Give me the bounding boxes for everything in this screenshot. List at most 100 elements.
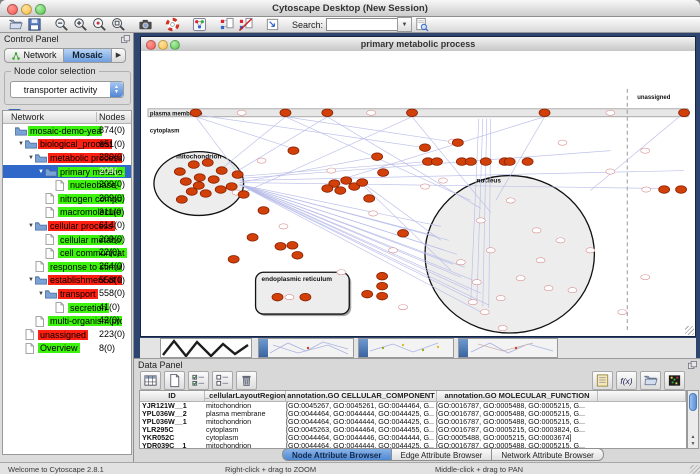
network-node-small[interactable] xyxy=(536,258,545,263)
network-node[interactable] xyxy=(452,139,463,147)
network-window-titlebar[interactable]: primary metabolic process xyxy=(141,37,695,52)
snapshot-button[interactable] xyxy=(136,17,155,32)
network-node[interactable] xyxy=(174,168,185,176)
expand-arrow-icon[interactable]: ▼ xyxy=(17,141,25,147)
network-node[interactable] xyxy=(659,186,670,194)
zoom-fit-button[interactable] xyxy=(109,17,128,32)
tree-row[interactable]: cellular metabo209(0) xyxy=(3,233,131,247)
network-node[interactable] xyxy=(357,179,368,187)
network-node[interactable] xyxy=(226,183,237,191)
network-node-small[interactable] xyxy=(456,260,465,265)
scroll-down-icon[interactable]: ▼ xyxy=(688,441,698,447)
network-node[interactable] xyxy=(377,282,388,290)
network-node-small[interactable] xyxy=(279,224,288,229)
zoom-out-button[interactable] xyxy=(52,17,71,32)
network-node[interactable] xyxy=(275,243,286,251)
search-input[interactable] xyxy=(326,18,398,31)
network-node[interactable] xyxy=(407,109,418,117)
network-node-small[interactable] xyxy=(642,187,651,192)
network-node[interactable] xyxy=(504,158,515,166)
network-node[interactable] xyxy=(322,109,333,117)
save-button[interactable] xyxy=(25,17,44,32)
zoom-selected-button[interactable] xyxy=(90,17,109,32)
tree-row[interactable]: Overview8(0) xyxy=(3,342,131,356)
tree-row[interactable]: ▼metabolic process280(0) xyxy=(3,151,131,165)
network-node[interactable] xyxy=(372,153,383,161)
float-panel-icon[interactable] xyxy=(688,361,697,370)
network-node[interactable] xyxy=(232,171,243,179)
network-node-small[interactable] xyxy=(337,270,346,275)
network-edge[interactable] xyxy=(334,117,544,182)
network-node-small[interactable] xyxy=(476,218,485,223)
import-attributes-button[interactable] xyxy=(640,371,661,390)
minimized-window-thumbnail[interactable] xyxy=(358,338,454,358)
network-node[interactable] xyxy=(378,169,389,177)
zoom-in-button[interactable] xyxy=(71,17,90,32)
column-header[interactable]: annotation.GO MOLECULAR_FUNCTION xyxy=(437,391,598,401)
network-edge[interactable] xyxy=(240,171,684,181)
network-node-small[interactable] xyxy=(472,280,481,285)
network-node[interactable] xyxy=(341,177,352,185)
new-attribute-button[interactable] xyxy=(164,371,185,390)
open-file-button[interactable] xyxy=(6,17,25,32)
attribute-table-button[interactable] xyxy=(140,371,161,390)
network-node-small[interactable] xyxy=(257,158,266,163)
tree-row[interactable]: secretion41(0) xyxy=(3,301,131,315)
scroll-up-icon[interactable]: ▲ xyxy=(688,434,698,440)
network-node-small[interactable] xyxy=(506,198,515,203)
expand-arrow-icon[interactable]: ▼ xyxy=(37,291,45,297)
network-edge[interactable] xyxy=(285,117,457,143)
network-node[interactable] xyxy=(176,196,187,204)
network-node-small[interactable] xyxy=(438,178,447,183)
network-node-small[interactable] xyxy=(586,248,595,253)
network-node-small[interactable] xyxy=(568,288,577,293)
network-node[interactable] xyxy=(480,158,491,166)
network-node-small[interactable] xyxy=(618,309,627,314)
tree-row[interactable]: unassigned223(0) xyxy=(3,328,131,342)
column-header[interactable]: ID xyxy=(140,391,205,401)
network-node-small[interactable] xyxy=(237,110,246,115)
window-resize-grip[interactable] xyxy=(685,326,694,335)
network-edge[interactable] xyxy=(590,113,684,191)
search-config-button[interactable] xyxy=(412,17,431,32)
network-node-small[interactable] xyxy=(285,295,294,300)
tree-row[interactable]: ▼establishment of lo558(0) xyxy=(3,274,131,288)
network-node-small[interactable] xyxy=(420,184,429,189)
expand-arrow-icon[interactable]: ▼ xyxy=(27,277,35,283)
tab-node-attribute-browser[interactable]: Node Attribute Browser xyxy=(282,448,392,461)
network-node[interactable] xyxy=(208,176,219,184)
tree-row[interactable]: ▼cellular process614(0) xyxy=(3,219,131,233)
table-scrollbar[interactable]: ▲ ▼ xyxy=(687,390,699,449)
network-canvas[interactable]: plasma membranecytoplasmmitochondrionnuc… xyxy=(141,51,695,336)
network-edge[interactable] xyxy=(240,183,665,189)
network-node-small[interactable] xyxy=(369,211,378,216)
float-panel-icon[interactable] xyxy=(121,35,130,44)
network-edge[interactable] xyxy=(232,117,328,175)
network-node[interactable] xyxy=(362,290,373,298)
network-node[interactable] xyxy=(202,159,213,167)
network-node[interactable] xyxy=(272,293,283,301)
vizmapper-button[interactable] xyxy=(190,17,209,32)
network-node[interactable] xyxy=(522,158,533,166)
network-node-small[interactable] xyxy=(558,140,567,145)
network-node-small[interactable] xyxy=(496,296,505,301)
tab-network-attribute-browser[interactable]: Network Attribute Browser xyxy=(492,448,603,461)
create-view-button[interactable] xyxy=(217,17,236,32)
scrollbar-thumb[interactable] xyxy=(689,393,697,411)
network-graph[interactable]: plasma membranecytoplasmmitochondrionnuc… xyxy=(141,51,695,336)
network-node[interactable] xyxy=(228,255,239,263)
minimized-window-thumbnail[interactable] xyxy=(458,338,558,358)
network-node-small[interactable] xyxy=(367,110,376,115)
network-node-small[interactable] xyxy=(516,276,525,281)
network-node[interactable] xyxy=(322,185,333,193)
network-node-small[interactable] xyxy=(498,325,507,330)
minimized-window-thumbnail[interactable] xyxy=(160,338,252,358)
app-resize-grip[interactable] xyxy=(690,465,700,474)
search-dropdown-button[interactable]: ▼ xyxy=(397,17,412,32)
network-node[interactable] xyxy=(287,242,298,250)
tree-row[interactable]: cell communicat22(0) xyxy=(3,246,131,260)
network-node-small[interactable] xyxy=(399,305,408,310)
tree-row[interactable]: ▼biological_process651(0) xyxy=(3,138,131,152)
network-node[interactable] xyxy=(215,186,226,194)
tree-row[interactable]: nitrogen compo209(0) xyxy=(3,192,131,206)
